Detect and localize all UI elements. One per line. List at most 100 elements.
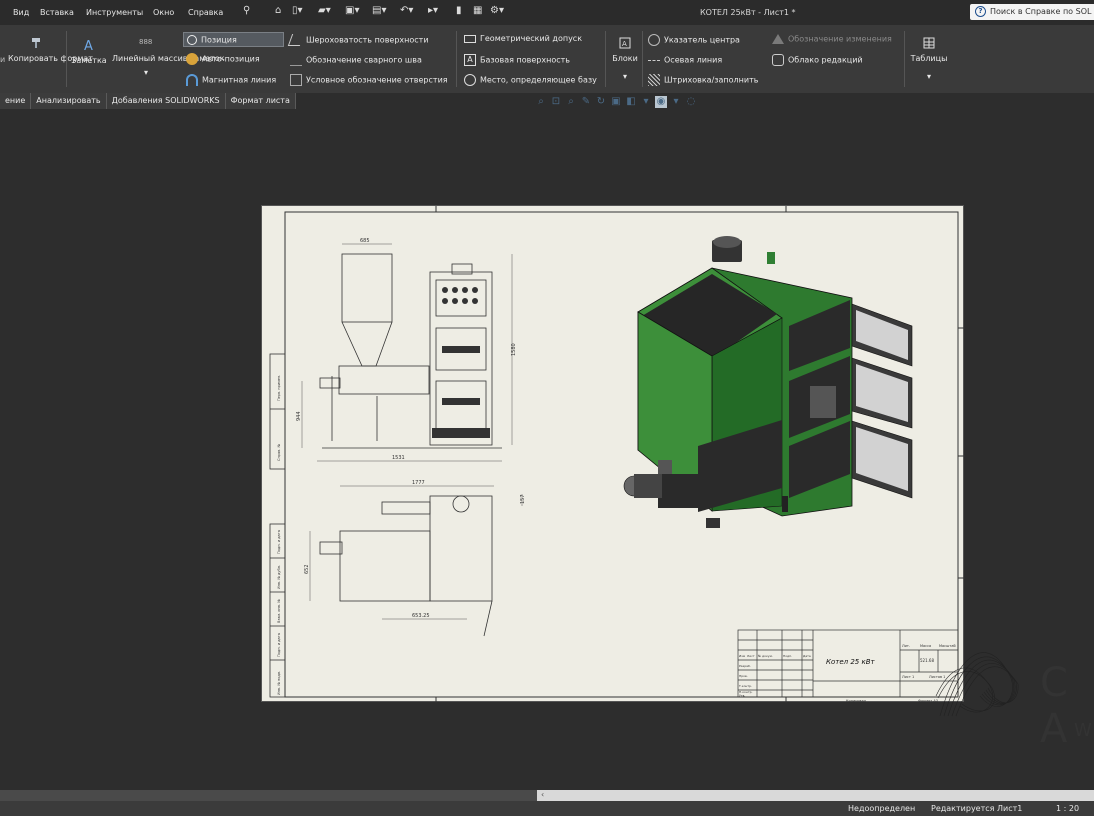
format-painter-icon (32, 38, 40, 48)
copied-label: Копировал (846, 699, 866, 703)
center-mark-button[interactable]: Указатель центра (648, 34, 740, 46)
file-properties-icon[interactable]: ▦ (473, 5, 482, 20)
dropdown-arrow-icon[interactable]: ▾ (640, 96, 652, 108)
title-block-list: Лист (747, 654, 755, 658)
hole-callout-button[interactable]: Условное обозначение отверстия (290, 74, 448, 86)
datum-target-button[interactable]: Место, определяющее базу (464, 74, 597, 86)
revision-triangle-icon (772, 34, 784, 44)
menu-insert[interactable]: Вставка (40, 8, 74, 17)
title-block-tcontrol: Т.контр. (738, 684, 752, 688)
rebuild-icon[interactable]: ▮ (456, 5, 462, 20)
weld-symbol-label: Обозначение сварного шва (306, 55, 422, 65)
tables-chevron-icon[interactable]: ▾ (908, 72, 950, 82)
auto-balloon-button[interactable]: Авто-позиция (186, 53, 260, 65)
menu-view[interactable]: Вид (13, 8, 29, 17)
status-editing: Редактируется Лист1 (931, 804, 1023, 813)
zoom-to-fit-icon[interactable]: ⌕ (535, 96, 547, 108)
centerline-label: Осевая линия (664, 55, 723, 65)
heads-up-view-toolbar: ⌕ ⊡ ⌕ ✎ ↻ ▣ ◧ ▾ ◉ ▾ ◌ (535, 96, 697, 114)
view-orientation-icon[interactable]: ▣ (610, 96, 622, 108)
tab-solidworks-addins[interactable]: Добавления SOLIDWORKS (106, 93, 226, 109)
blocks-chevron-icon[interactable]: ▾ (610, 72, 640, 82)
dim-1531: 1531 (392, 455, 405, 461)
hatch-fill-button[interactable]: Штриховка/заполнить (648, 74, 758, 86)
open-folder-icon[interactable]: ▰▾ (318, 5, 331, 20)
dropdown-arrow-icon[interactable]: ▾ (670, 96, 682, 108)
blocks-button[interactable]: A Блоки ▾ (610, 35, 640, 82)
linear-note-pattern-button[interactable]: 888 Линейный массив заметок ▾ (112, 35, 225, 78)
drawing-sheet[interactable]: 685 1580 944 1531 1777 157 652 653.25 Ко… (261, 205, 965, 703)
menu-tools[interactable]: Инструменты (86, 8, 143, 17)
side-label-ref-no: Справ. № (277, 444, 281, 461)
side-label-repl-inv: Взам. инв. № (277, 599, 281, 623)
title-block-docnum: № докум. (758, 654, 773, 658)
balloon-button[interactable]: Позиция (183, 32, 284, 47)
menu-window[interactable]: Окно (153, 8, 174, 17)
new-document-icon[interactable]: ▯▾ (292, 5, 303, 20)
chevron-down-icon[interactable]: ▾ (112, 68, 180, 78)
window-title: КОТЕЛ 25кВт - Лист1 * (700, 8, 796, 17)
geometric-tolerance-button[interactable]: Геометрический допуск (464, 34, 582, 43)
title-block-sign: Подп. (783, 654, 792, 658)
tables-button[interactable]: Таблицы ▾ (908, 35, 950, 82)
magnetic-line-button[interactable]: Магнитная линия (186, 74, 276, 86)
svg-text:A: A (622, 40, 627, 48)
side-label-orig-inv: Инв. № подл. (277, 671, 281, 695)
copy-format-button[interactable]: Копировать формат (8, 35, 93, 64)
pin-icon[interactable]: ⚲ (243, 5, 250, 20)
help-search-input[interactable]: ? Поиск в Справке по SOL (970, 4, 1094, 20)
centerline-button[interactable]: Осевая линия (648, 54, 722, 66)
blocks-label: Блоки (612, 54, 638, 63)
3d-drawing-view-icon[interactable]: ✎ (580, 96, 592, 108)
note-pattern-icon: 888 (139, 38, 152, 46)
select-pointer-icon[interactable]: ▸▾ (428, 5, 438, 20)
drawing-sheet-graphics: 685 1580 944 1531 1777 157 652 653.25 Ко… (269, 206, 965, 703)
status-scale[interactable]: 1 : 20 (1056, 804, 1079, 813)
hole-callout-label: Условное обозначение отверстия (306, 75, 448, 85)
surface-finish-icon (287, 34, 305, 46)
geometric-tolerance-icon (464, 34, 476, 43)
datum-feature-button[interactable]: A Базовая поверхность (464, 54, 570, 66)
tab-annotation[interactable]: ение (0, 93, 32, 109)
scene-icon[interactable]: ◌ (685, 96, 697, 108)
revision-symbol-button[interactable]: Обозначение изменения (772, 34, 892, 44)
tab-sheet-format[interactable]: Формат листа (225, 93, 296, 109)
surface-finish-button[interactable]: Шероховатость поверхности (287, 34, 429, 46)
zoom-previous-icon[interactable]: ⌕ (565, 96, 577, 108)
tab-evaluate[interactable]: Анализировать (31, 93, 107, 109)
options-gear-icon[interactable]: ⚙▾ (490, 5, 504, 20)
dim-944: 944 (296, 411, 302, 421)
watermark-logo-icon (935, 652, 1019, 717)
hatch-icon (648, 74, 660, 86)
print-icon[interactable]: ▤▾ (372, 5, 386, 20)
horizontal-scrollbar[interactable]: ‹ (0, 790, 1094, 801)
note-button[interactable]: A Заметка (68, 37, 110, 66)
scrollbar-thumb[interactable] (0, 790, 537, 801)
weld-symbol-button[interactable]: Обозначение сварного шва (290, 54, 422, 66)
cut-label-left: и (0, 55, 6, 64)
magnetic-line-icon (186, 74, 198, 86)
command-manager-tabs: ение Анализировать Добавления SOLIDWORKS… (0, 93, 296, 109)
dim-685: 685 (360, 238, 370, 244)
display-style-icon[interactable]: ◧ (625, 96, 637, 108)
revision-cloud-button[interactable]: Облако редакций (772, 54, 863, 66)
auto-balloon-label: Авто-позиция (202, 54, 260, 64)
status-definition: Недоопределен (848, 804, 916, 813)
save-icon[interactable]: ▣▾ (345, 5, 359, 20)
datum-feature-label: Базовая поверхность (480, 55, 570, 65)
rotate-icon[interactable]: ↻ (595, 96, 607, 108)
undo-icon[interactable]: ↶▾ (400, 5, 413, 20)
help-icon: ? (975, 6, 986, 17)
scroll-left-arrow-icon[interactable]: ‹ (541, 790, 544, 799)
help-search-placeholder: Поиск в Справке по SOL (990, 7, 1092, 16)
menu-help[interactable]: Справка (188, 8, 223, 17)
title-block-izm: Изм (739, 654, 745, 658)
dim-65325: 653.25 (412, 613, 430, 619)
zoom-to-area-icon[interactable]: ⊡ (550, 96, 562, 108)
title-block-sheet: Лист 1 (902, 675, 914, 679)
geometric-tolerance-label: Геометрический допуск (480, 34, 583, 43)
side-label-dup-inv: Инв. № дубл. (277, 565, 281, 589)
home-icon[interactable]: ⌂ (275, 5, 281, 20)
hide-show-items-icon[interactable]: ◉ (655, 96, 667, 108)
menu-bar: Вид Вставка Инструменты Окно Справка ⚲ ⌂… (0, 0, 1094, 25)
